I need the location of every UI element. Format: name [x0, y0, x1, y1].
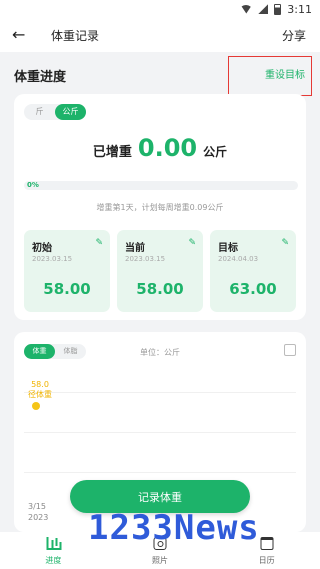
stat-card-target[interactable]: 目标 ✎ 2024.04.03 63.00: [210, 230, 296, 312]
chart-unit-label: 单位：公斤: [140, 348, 180, 357]
progress-percent: 0%: [27, 181, 39, 189]
unit-option-kg[interactable]: 公斤: [55, 104, 86, 120]
gridline: [24, 432, 296, 433]
tab-label: 日历: [258, 556, 275, 565]
battery-icon: [274, 3, 282, 15]
watermark: 1233News: [88, 508, 260, 548]
annotation-highlight-box: [228, 56, 312, 96]
tab-weight[interactable]: 体重: [24, 344, 55, 359]
chart-metric-toggle[interactable]: 体重 体脂: [24, 344, 86, 359]
tab-label: 照片: [152, 556, 168, 565]
unit-toggle[interactable]: 斤 公斤: [24, 104, 86, 120]
stat-card-initial[interactable]: 初始 ✎ 2023.03.15 58.00: [24, 230, 110, 312]
gridline: [24, 472, 296, 473]
data-label-value: 58.0: [31, 380, 49, 389]
weight-gain-summary: 已增重 0.00 公斤: [14, 134, 306, 162]
stat-value: 58.00: [43, 280, 91, 298]
stat-date: 2023.03.15: [125, 255, 166, 263]
pencil-icon[interactable]: ✎: [281, 238, 289, 248]
gain-value: 0.00: [137, 134, 198, 162]
gain-unit: 公斤: [203, 145, 228, 159]
pencil-icon[interactable]: ✎: [188, 238, 196, 248]
stat-value: 58.00: [136, 280, 184, 298]
stat-value: 63.00: [229, 280, 277, 298]
data-point[interactable]: [32, 402, 40, 410]
data-label-name: 径体重: [28, 390, 52, 399]
progress-card: 斤 公斤 已增重 0.00 公斤 0% 增重第1天，计划每周增重0.09公斤 初…: [14, 94, 306, 320]
status-time: 3:11: [287, 2, 312, 16]
tab-body-fat[interactable]: 体脂: [55, 344, 86, 359]
tab-label: 进度: [45, 556, 62, 565]
stat-date: 2023.03.15: [32, 255, 73, 263]
unit-option-jin[interactable]: 斤: [24, 104, 55, 120]
x-tick-date: 3/15: [28, 502, 46, 511]
stat-date: 2024.04.03: [218, 255, 259, 263]
stat-label: 当前: [125, 243, 145, 254]
page-title: 体重记录: [51, 29, 100, 43]
signal-icon: [258, 4, 269, 14]
gridline: [24, 392, 296, 393]
data-point-label: 58.0 径体重: [28, 380, 52, 400]
share-button[interactable]: 分享: [282, 27, 306, 44]
stat-label: 初始: [32, 243, 52, 254]
x-tick-year: 2023: [28, 513, 49, 522]
stat-card-current[interactable]: 当前 ✎ 2023.03.15 58.00: [117, 230, 203, 312]
plan-text: 增重第1天，计划每周增重0.09公斤: [96, 203, 224, 212]
arrow-left-icon[interactable]: ←: [12, 25, 25, 44]
gain-label: 已增重: [92, 145, 132, 160]
stat-label: 目标: [218, 243, 238, 254]
main-content: 体重进度 重设目标 斤 公斤 已增重 0.00 公斤 0% 增重第1天，计划每周…: [0, 52, 320, 532]
bar-chart-icon: [46, 537, 60, 550]
section-title: 体重进度: [14, 70, 67, 85]
progress-bar: 0%: [24, 181, 298, 190]
status-bar: 3:11: [0, 0, 320, 18]
x-tick-label: 3/15 2023: [28, 501, 48, 523]
calendar-icon: [260, 537, 274, 550]
wifi-icon: [240, 4, 253, 14]
app-bar: ← 体重记录 分享: [0, 18, 320, 52]
fullscreen-icon[interactable]: [284, 344, 296, 356]
pencil-icon[interactable]: ✎: [95, 238, 103, 248]
